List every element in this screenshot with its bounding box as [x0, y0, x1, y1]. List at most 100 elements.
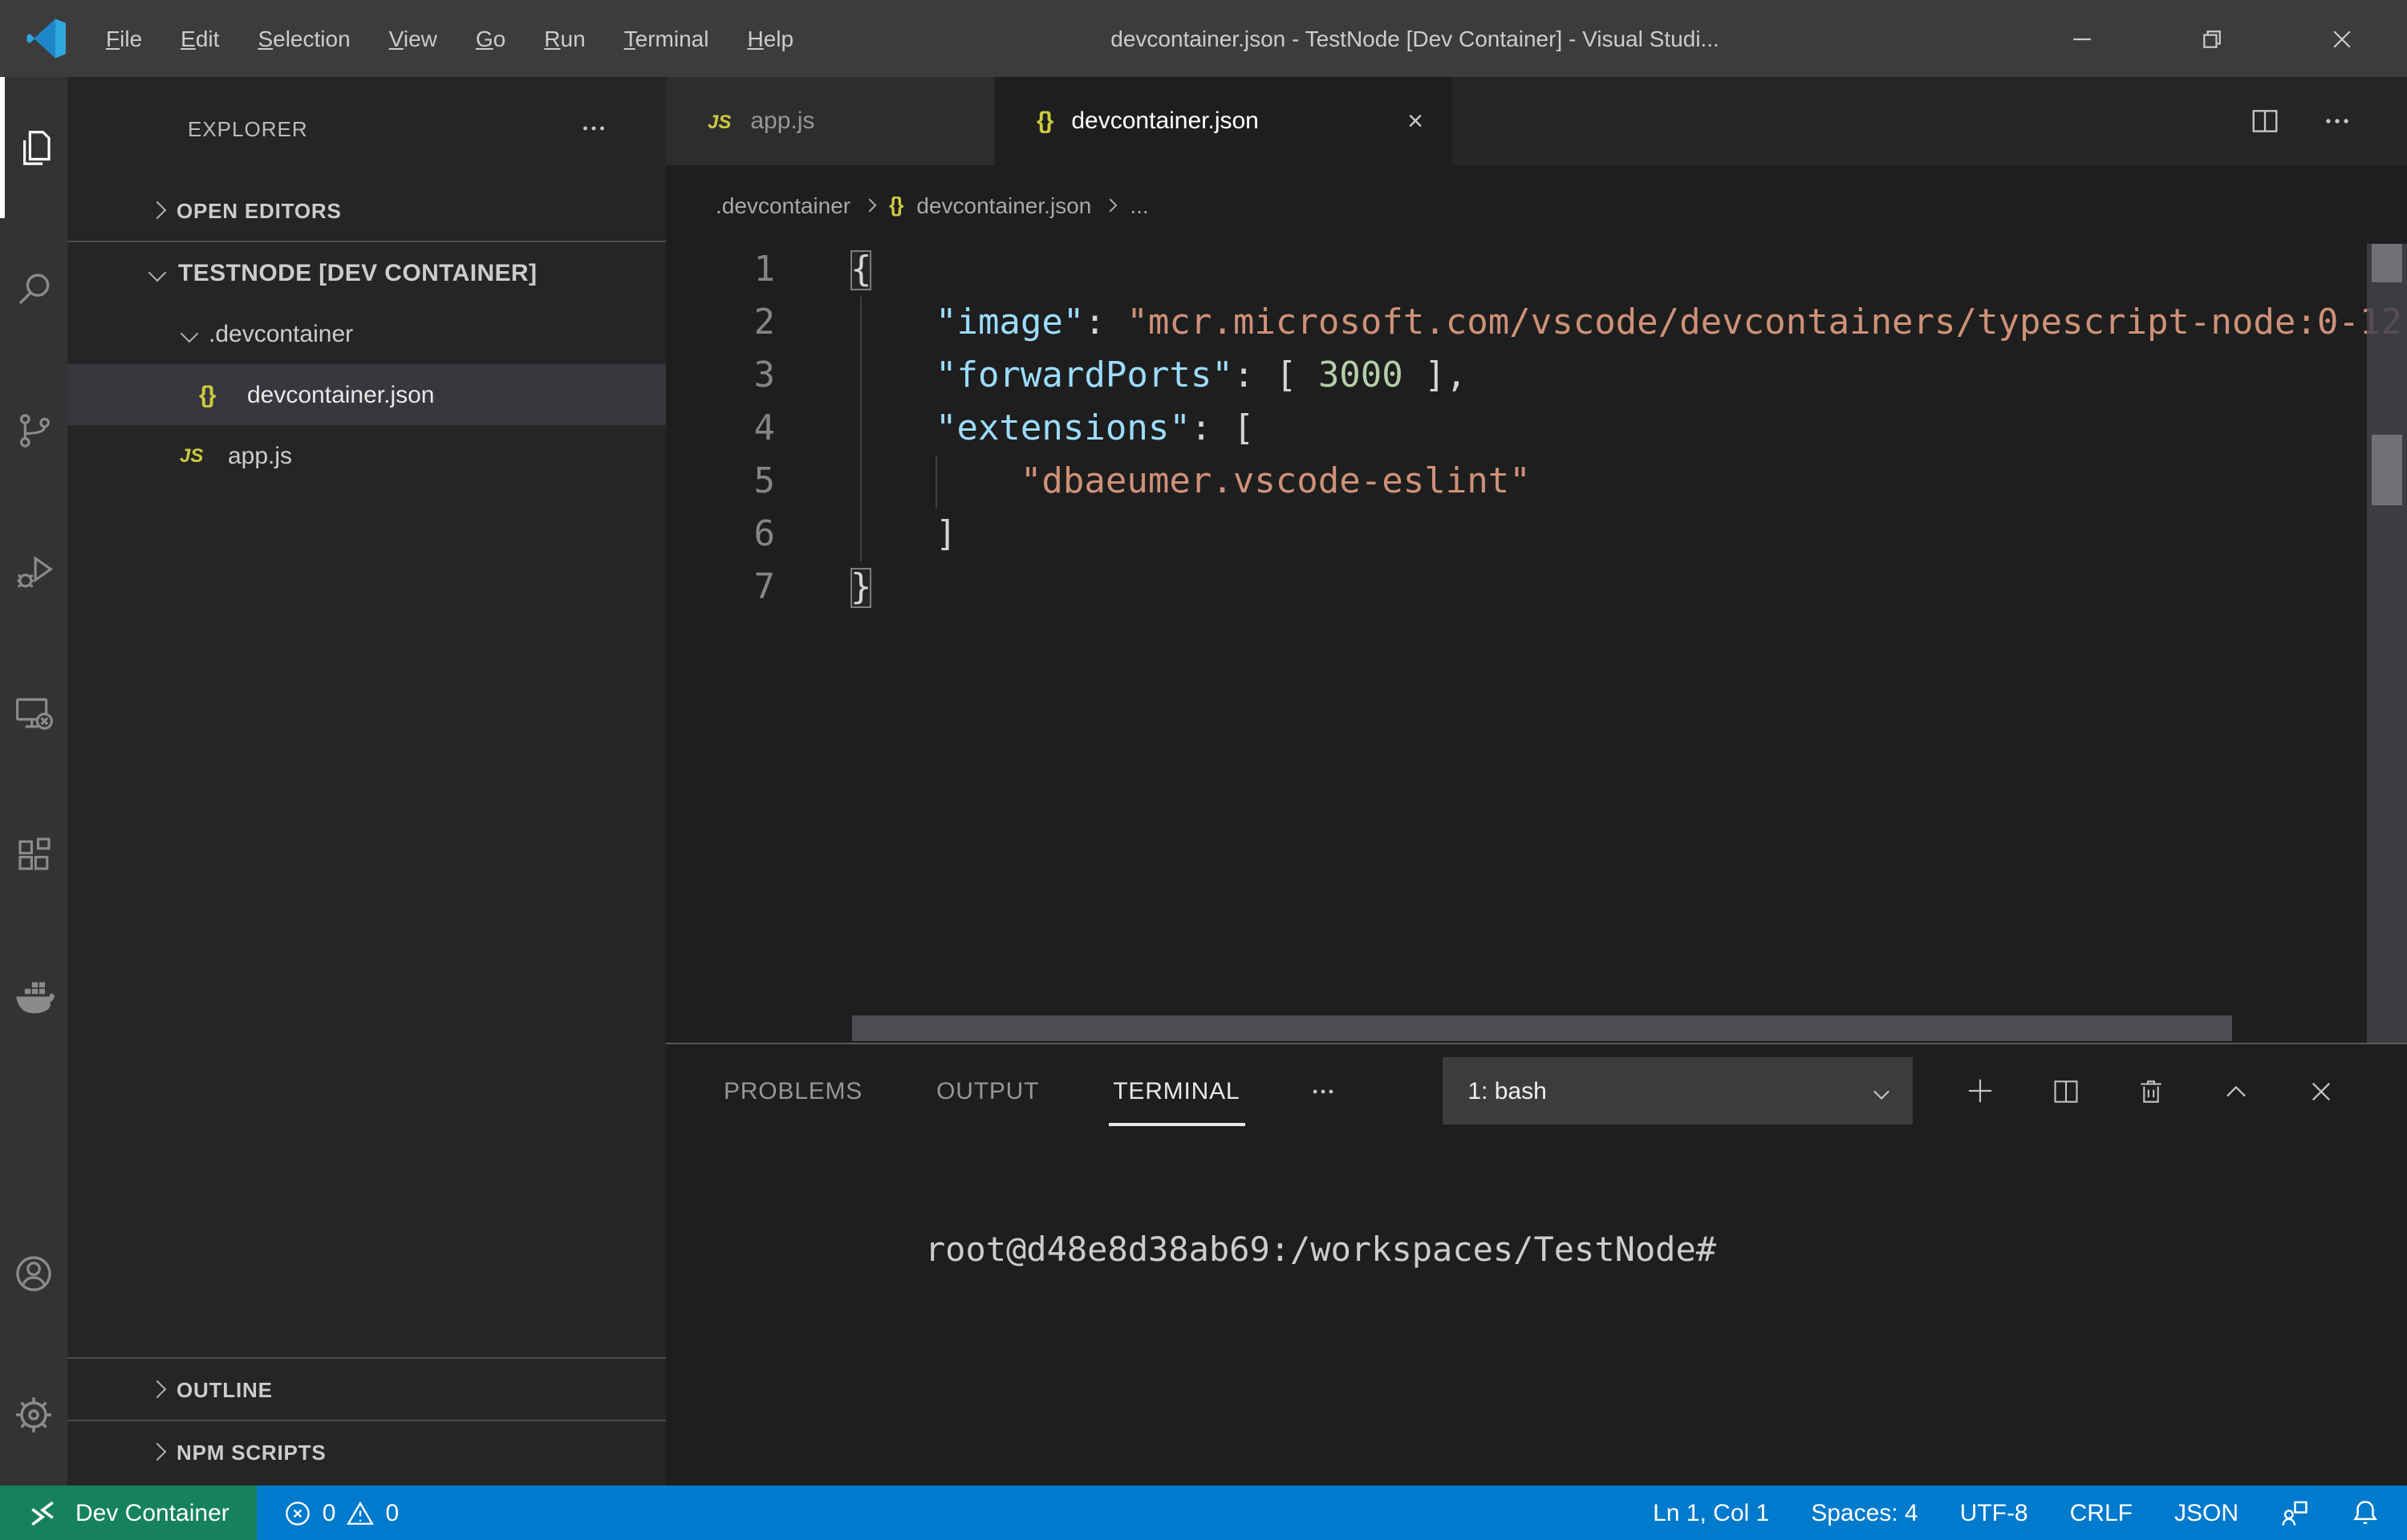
- chevron-right-icon: [148, 1380, 167, 1399]
- language-mode-status[interactable]: JSON: [2153, 1485, 2259, 1540]
- activity-bar-spacer: [0, 1065, 67, 1203]
- sidebar-bottom-sections: OUTLINE NPM SCRIPTS: [67, 1357, 666, 1482]
- section-outline[interactable]: OUTLINE: [67, 1359, 666, 1420]
- panel-more-icon[interactable]: [1309, 1077, 1336, 1104]
- editor-tabbar: JS app.js {} devcontainer.json ×: [666, 77, 2407, 165]
- js-file-icon: JS: [708, 110, 731, 132]
- minimize-button[interactable]: [2017, 0, 2147, 77]
- main-area: EXPLORER OPEN EDITORS TESTNODE [DEV CONT…: [0, 77, 2407, 1485]
- maximize-panel-chevron-up-icon[interactable]: [2220, 1076, 2251, 1106]
- status-bar-right: Ln 1, Col 1 Spaces: 4 UTF-8 CRLF JSON: [1632, 1485, 2407, 1540]
- more-actions-icon[interactable]: [2322, 106, 2352, 136]
- activity-settings[interactable]: [0, 1344, 67, 1485]
- workspace-root-label: TESTNODE [DEV CONTAINER]: [178, 259, 537, 286]
- tree-file-devcontainer-json[interactable]: {} devcontainer.json: [67, 364, 666, 425]
- window-controls: [2017, 0, 2407, 77]
- scrollbar-thumb[interactable]: [2372, 244, 2402, 282]
- menu-terminal[interactable]: Terminal: [605, 16, 729, 61]
- warning-icon: [347, 1499, 374, 1526]
- js-file-icon: JS: [180, 444, 203, 467]
- close-window-button[interactable]: [2277, 0, 2407, 77]
- section-open-editors[interactable]: OPEN EDITORS: [67, 180, 666, 241]
- file-label: app.js: [228, 442, 292, 469]
- code-editor[interactable]: 1 { 2 "image": "mcr.microsoft.com/vscode…: [666, 244, 2407, 1043]
- indent-guide: [860, 297, 862, 561]
- split-editor-icon[interactable]: [2250, 106, 2280, 136]
- activity-explorer[interactable]: [0, 77, 67, 218]
- line-number: 3: [666, 350, 775, 403]
- minimize-icon: [2072, 28, 2092, 49]
- activity-accounts[interactable]: [0, 1203, 67, 1344]
- panel-tab-output[interactable]: OUTPUT: [932, 1044, 1044, 1137]
- section-npm-scripts[interactable]: NPM SCRIPTS: [67, 1421, 666, 1482]
- menu-go[interactable]: Go: [457, 16, 525, 61]
- menu-view[interactable]: View: [370, 16, 457, 61]
- breadcrumb-more[interactable]: ...: [1130, 192, 1148, 217]
- panel-tab-problems[interactable]: PROBLEMS: [719, 1044, 867, 1137]
- chevron-down-icon: [1873, 1083, 1889, 1099]
- vscode-logo: [26, 18, 67, 59]
- breadcrumb-folder[interactable]: .devcontainer: [716, 192, 850, 217]
- window-title: devcontainer.json - TestNode [Dev Contai…: [813, 26, 2017, 51]
- tree-folder-devcontainer[interactable]: .devcontainer: [67, 303, 666, 364]
- feedback-button[interactable]: [2259, 1485, 2330, 1540]
- remote-explorer-icon: [12, 691, 55, 734]
- vscode-window: File Edit Selection View Go Run Terminal…: [0, 0, 2407, 1540]
- terminal-shell-select[interactable]: 1: bash: [1442, 1057, 1912, 1125]
- activity-bar: [0, 77, 67, 1485]
- encoding-status[interactable]: UTF-8: [1939, 1485, 2049, 1540]
- close-panel-icon[interactable]: [2305, 1076, 2336, 1106]
- docker-icon: [10, 971, 57, 1018]
- json-file-icon: {}: [1037, 107, 1052, 135]
- run-and-debug-icon: [12, 549, 55, 593]
- new-terminal-icon[interactable]: [1963, 1075, 1995, 1107]
- kill-terminal-trash-icon[interactable]: [2135, 1076, 2165, 1106]
- activity-source-control[interactable]: [0, 359, 67, 500]
- sidebar-more-actions-icon[interactable]: [579, 114, 608, 143]
- menubar: File Edit Selection View Go Run Terminal…: [87, 16, 813, 61]
- line-number: 1: [666, 244, 775, 297]
- breadcrumb: .devcontainer {} devcontainer.json ...: [666, 165, 2407, 244]
- menu-file[interactable]: File: [87, 16, 161, 61]
- problems-status[interactable]: 0 0: [257, 1485, 426, 1540]
- remote-indicator[interactable]: Dev Container: [0, 1485, 257, 1540]
- terminal[interactable]: root@d48e8d38ab69:/workspaces/TestNode#: [666, 1137, 2407, 1485]
- sidebar-explorer: EXPLORER OPEN EDITORS TESTNODE [DEV CONT…: [67, 77, 666, 1485]
- close-tab-icon[interactable]: ×: [1407, 107, 1423, 135]
- restore-button[interactable]: [2147, 0, 2277, 77]
- menu-run[interactable]: Run: [525, 16, 604, 61]
- bottom-panel: PROBLEMS OUTPUT TERMINAL 1: bash: [666, 1043, 2407, 1485]
- chevron-right-icon: [148, 1443, 167, 1461]
- remote-label: Dev Container: [75, 1499, 229, 1526]
- terminal-prompt: root@d48e8d38ab69:/workspaces/TestNode#: [925, 1230, 1716, 1269]
- terminal-actions: [1963, 1075, 2336, 1107]
- source-control-icon: [12, 408, 55, 452]
- activity-search[interactable]: [0, 218, 67, 359]
- indentation-status[interactable]: Spaces: 4: [1790, 1485, 1938, 1540]
- activity-docker[interactable]: [0, 924, 67, 1065]
- tree-file-app-js[interactable]: JS app.js: [67, 425, 666, 486]
- menu-help[interactable]: Help: [728, 16, 813, 61]
- eol-status[interactable]: CRLF: [2049, 1485, 2153, 1540]
- breadcrumb-file[interactable]: devcontainer.json: [916, 192, 1091, 217]
- panel-tab-terminal[interactable]: TERMINAL: [1108, 1044, 1244, 1137]
- vertical-scrollbar[interactable]: [2367, 244, 2407, 1043]
- cursor-position[interactable]: Ln 1, Col 1: [1632, 1485, 1790, 1540]
- outline-label: OUTLINE: [177, 1377, 273, 1401]
- status-bar: Dev Container 0 0 Ln 1, Col 1 Spaces: 4 …: [0, 1485, 2407, 1540]
- activity-run-debug[interactable]: [0, 500, 67, 642]
- tab-devcontainer-json[interactable]: {} devcontainer.json ×: [995, 77, 1452, 165]
- tree-root-testnode[interactable]: TESTNODE [DEV CONTAINER]: [67, 242, 666, 303]
- code-line-1: 1 {: [666, 244, 2407, 297]
- horizontal-scrollbar-thumb[interactable]: [852, 1015, 2232, 1041]
- feedback-icon: [2280, 1498, 2309, 1527]
- activity-extensions[interactable]: [0, 783, 67, 924]
- tab-app-js[interactable]: JS app.js: [666, 77, 995, 165]
- notifications-button[interactable]: [2330, 1485, 2401, 1540]
- menu-edit[interactable]: Edit: [161, 16, 238, 61]
- chevron-right-icon: [1104, 198, 1118, 212]
- explorer-icon: [12, 126, 55, 169]
- activity-remote-explorer[interactable]: [0, 642, 67, 783]
- menu-selection[interactable]: Selection: [238, 16, 369, 61]
- split-terminal-icon[interactable]: [2050, 1076, 2080, 1106]
